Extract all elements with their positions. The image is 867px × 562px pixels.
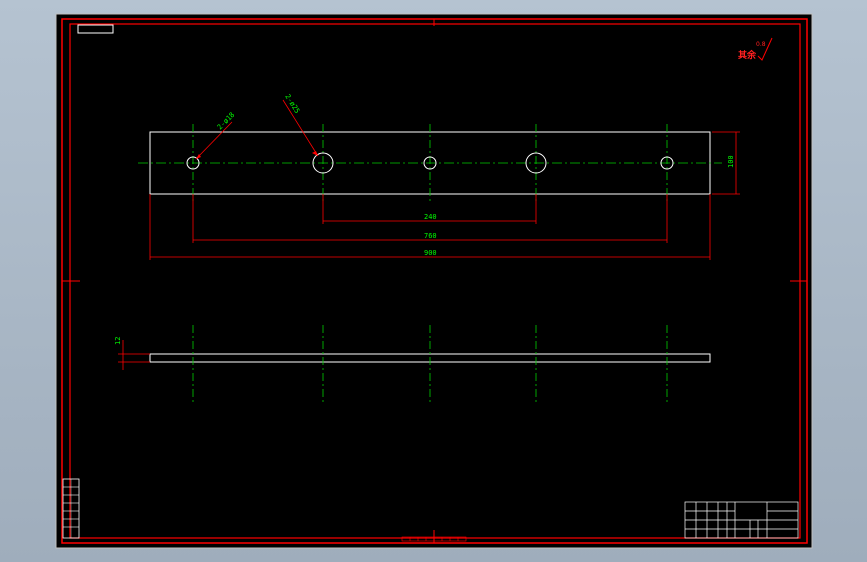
roughness-label: 其余 xyxy=(738,49,757,61)
dim-height-text: 100 xyxy=(727,155,735,168)
dim-outer-spacing-text: 760 xyxy=(424,232,437,240)
roughness-value: 0.8 xyxy=(756,41,766,48)
drawing-canvas: 其余 0.8 2-ø18 2-ø25 100 240 760 900 12 xyxy=(55,13,813,549)
dim-overall-length-text: 900 xyxy=(424,249,437,257)
drawing-sheet xyxy=(55,13,813,549)
dim-inner-spacing-text: 240 xyxy=(424,213,437,221)
dim-thickness-text: 12 xyxy=(114,337,122,345)
